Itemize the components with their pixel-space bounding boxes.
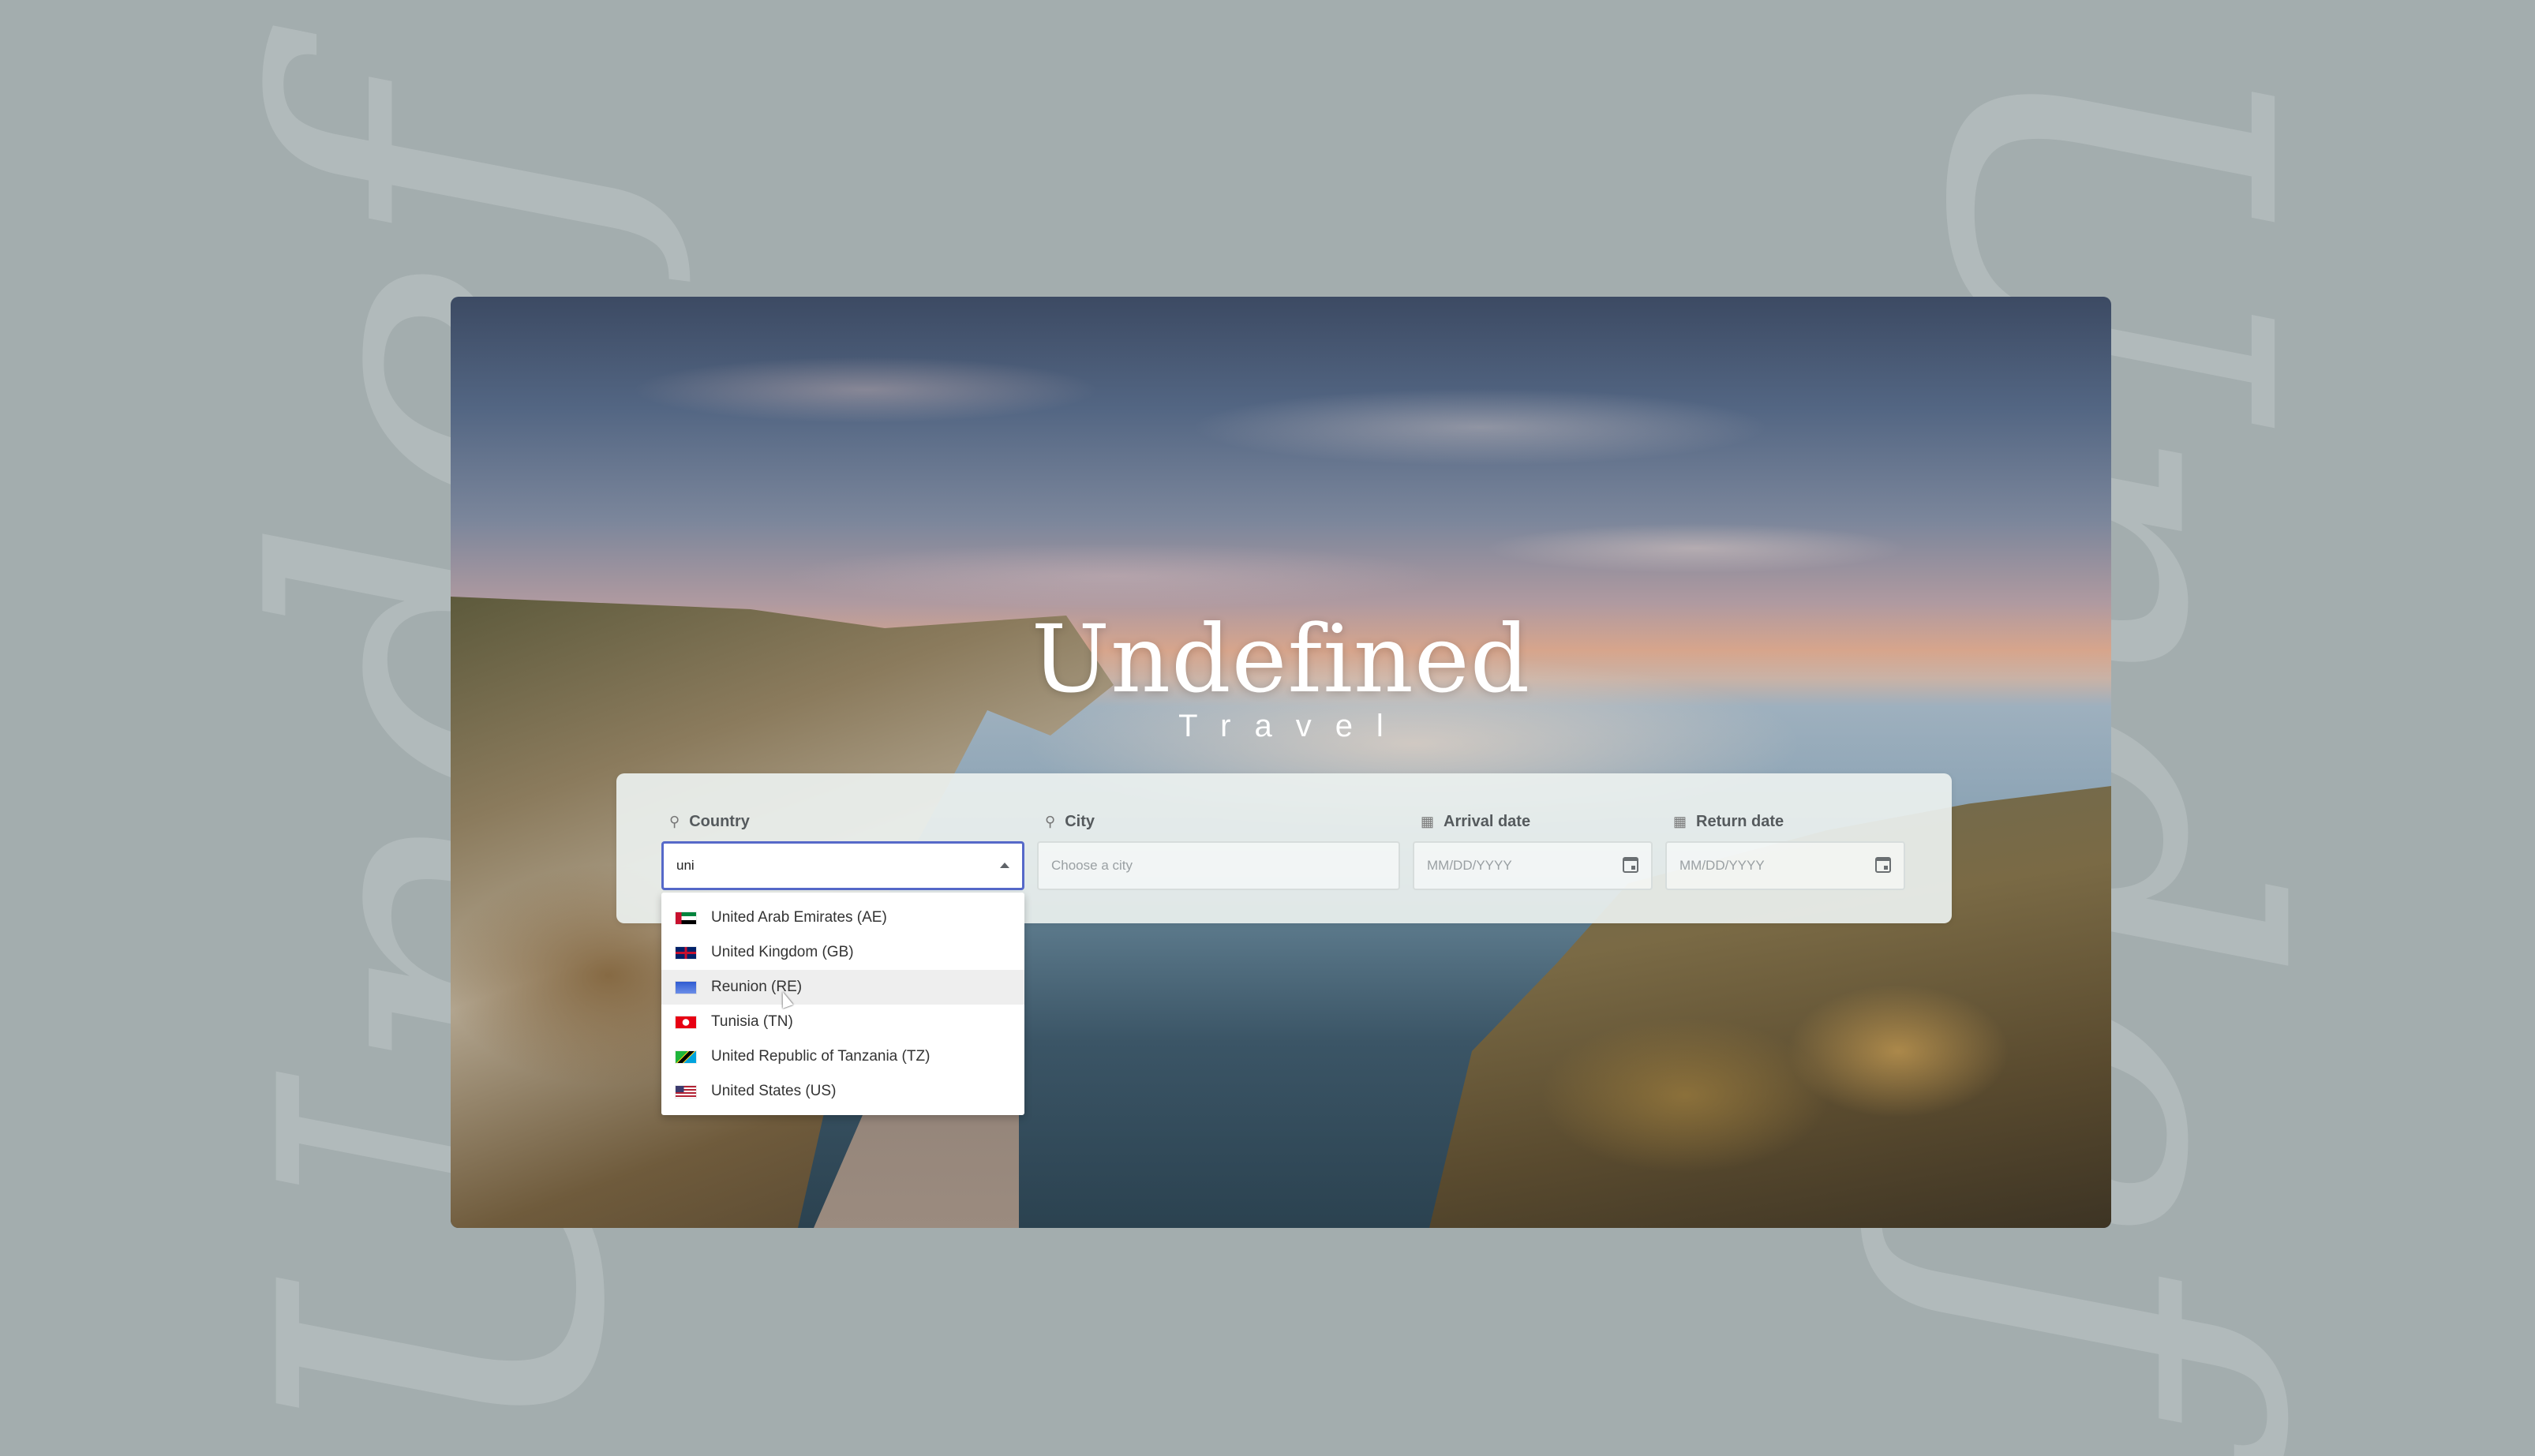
calendar-icon: ▦ [1421, 814, 1435, 829]
return-date-placeholder: MM/DD/YYYY [1679, 858, 1765, 873]
chevron-up-icon[interactable] [1000, 863, 1009, 868]
city-label: ⚲ City [1045, 813, 1095, 831]
flag-tn-icon [676, 1016, 696, 1028]
country-option-label: United Kingdom (GB) [711, 944, 854, 960]
country-option-label: United Republic of Tanzania (TZ) [711, 1048, 930, 1065]
arrival-date-label-text: Arrival date [1443, 813, 1531, 830]
country-input-value: uni [676, 858, 695, 873]
brand-title: Undefined [1031, 604, 1531, 713]
country-option[interactable]: United Kingdom (GB) [661, 935, 1024, 970]
map-pin-icon: ⚲ [1045, 814, 1056, 829]
city-input[interactable]: Choose a city [1037, 841, 1400, 890]
calendar-picker-icon[interactable] [1623, 857, 1638, 873]
country-label-text: Country [689, 813, 750, 830]
calendar-picker-icon[interactable] [1875, 857, 1891, 873]
country-option[interactable]: Reunion (RE) [661, 970, 1024, 1005]
country-option[interactable]: United States (US) [661, 1074, 1024, 1109]
arrival-date-label: ▦ Arrival date [1421, 813, 1530, 831]
return-date-input[interactable]: MM/DD/YYYY [1665, 841, 1905, 890]
flag-ae-icon [676, 911, 696, 924]
country-option-label: United States (US) [711, 1083, 837, 1099]
country-option[interactable]: United Arab Emirates (AE) [661, 900, 1024, 935]
flag-us-icon [676, 1085, 696, 1098]
return-date-label-text: Return date [1696, 813, 1784, 830]
city-placeholder: Choose a city [1051, 858, 1133, 873]
arrival-date-input[interactable]: MM/DD/YYYY [1413, 841, 1653, 890]
map-pin-icon: ⚲ [669, 814, 680, 829]
brand-subtitle: Travel [1178, 709, 1407, 743]
flag-gb-icon [676, 946, 696, 959]
flag-re-icon [676, 981, 696, 994]
flag-tz-icon [676, 1050, 696, 1063]
country-option[interactable]: United Republic of Tanzania (TZ) [661, 1039, 1024, 1074]
country-option[interactable]: Tunisia (TN) [661, 1005, 1024, 1039]
city-label-text: City [1065, 813, 1095, 830]
return-date-label: ▦ Return date [1673, 813, 1784, 831]
calendar-icon: ▦ [1673, 814, 1687, 829]
country-label: ⚲ Country [669, 813, 750, 831]
country-autocomplete-input[interactable]: uni [661, 841, 1024, 890]
country-option-label: Tunisia (TN) [711, 1013, 793, 1030]
arrival-date-placeholder: MM/DD/YYYY [1427, 858, 1512, 873]
country-options-list: United Arab Emirates (AE) United Kingdom… [661, 893, 1024, 1115]
country-option-label: United Arab Emirates (AE) [711, 909, 887, 926]
